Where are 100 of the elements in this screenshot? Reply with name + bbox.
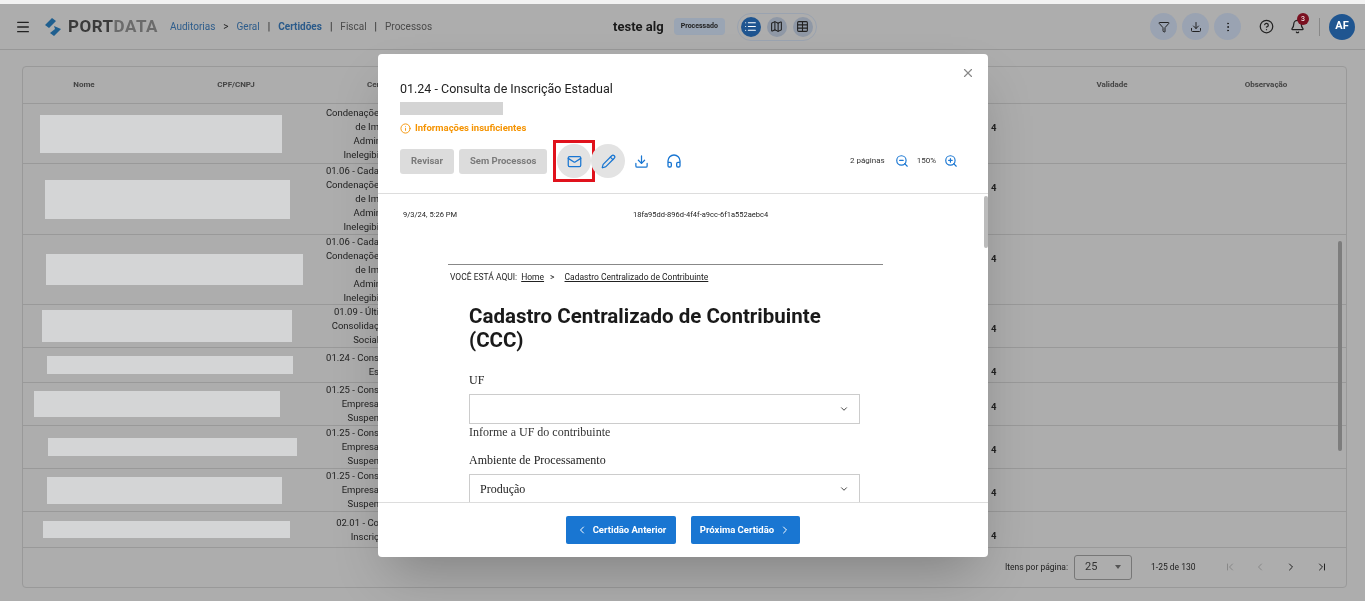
table-cell: Inscriç xyxy=(350,529,379,544)
map-icon xyxy=(770,20,784,33)
breadcrumb-separator: | xyxy=(267,20,271,34)
dialog-title: 01.24 - Consulta de Inscrição Estadual xyxy=(400,80,614,98)
table-cell: Inelegibi xyxy=(343,220,379,234)
table-cell: Social xyxy=(353,333,379,347)
items-per-page-label: Itens por página: xyxy=(1005,560,1068,574)
select-field[interactable] xyxy=(469,394,860,424)
close-icon[interactable] xyxy=(961,66,975,80)
view-mode-button[interactable] xyxy=(792,16,813,37)
table-cell: Admir xyxy=(353,133,379,148)
breadcrumb-link[interactable]: Geral xyxy=(236,19,260,34)
table-cell: Empresa xyxy=(341,397,379,411)
table-cell: Es xyxy=(368,365,379,379)
zoom-level: 150% xyxy=(916,155,936,167)
zoom-out-icon[interactable] xyxy=(894,154,909,168)
field-label: UF xyxy=(469,372,486,388)
help-icon[interactable] xyxy=(1259,19,1274,34)
table-cell-text: 4 xyxy=(991,121,998,135)
table-cell-text: 4 xyxy=(991,443,998,457)
field-label: Ambiente de Processamento xyxy=(469,452,607,468)
breadcrumb-link[interactable]: Certidões xyxy=(278,19,322,34)
field-help: Informe a UF do contribuinte xyxy=(469,424,612,440)
document-heading: Cadastro Centralizado de Contribuinte (CCC) xyxy=(469,304,822,352)
scrollbar-thumb[interactable] xyxy=(1338,241,1342,451)
breadcrumb-separator: | xyxy=(329,20,333,34)
download-button[interactable] xyxy=(1182,13,1209,40)
table-cell: Empresa xyxy=(341,483,379,497)
page-count: 2 páginas xyxy=(849,155,885,167)
table-cell: Consolidaç xyxy=(331,319,379,333)
table-cell: Suspen xyxy=(347,411,379,425)
table-cell: 01.09 - Últi xyxy=(333,305,379,319)
table-cell: 01.25 - Cons xyxy=(326,469,379,483)
table-cell: de Im xyxy=(355,192,379,206)
next-certificate-button[interactable]: Próxima Certidão xyxy=(691,516,800,544)
view-mode-button[interactable] xyxy=(740,16,761,37)
pencil-icon xyxy=(600,153,616,169)
table-cell: 01.06 - Cada xyxy=(325,234,379,249)
chevron-down-icon xyxy=(839,404,849,414)
breadcrumb-link[interactable]: Processos xyxy=(385,19,433,34)
table-cell-text: 4 xyxy=(991,486,998,500)
table-icon xyxy=(796,20,810,33)
table-cell: Empresa xyxy=(341,440,379,454)
pencil-button[interactable] xyxy=(591,144,626,178)
breadcrumb-separator: > xyxy=(550,271,555,284)
view-mode-button[interactable] xyxy=(766,16,787,37)
list-icon xyxy=(744,20,758,33)
table-cell: Admir xyxy=(353,276,379,291)
table-cell: Suspen xyxy=(347,497,379,511)
logo-text: PORTDATA xyxy=(68,14,158,38)
page-range: 1-25 de 130 xyxy=(1151,560,1196,574)
breadcrumb-link[interactable]: Auditorias xyxy=(169,19,216,34)
filter-button[interactable] xyxy=(1150,13,1177,40)
table-cell: Suspen xyxy=(347,454,379,468)
table-cell: 01.25 - Cons xyxy=(326,383,379,397)
table-cell-text: 4 xyxy=(991,365,998,379)
table-cell: 01.06 - Cada xyxy=(325,164,379,178)
table-cell-text: 4 xyxy=(991,400,998,414)
table-cell: Condenaçõe xyxy=(325,105,379,120)
warning-text: Informações insuficientes xyxy=(415,121,527,135)
table-cell: Condenaçõe xyxy=(325,248,379,263)
chevron-down-icon xyxy=(839,484,849,494)
table-cell: 01.24 - Cons xyxy=(326,351,379,365)
column-header: Nome xyxy=(72,79,96,91)
table-cell: Inelegibi xyxy=(343,147,379,162)
table-cell-text: 4 xyxy=(991,181,998,195)
breadcrumb-link[interactable]: Fiscal xyxy=(340,19,367,34)
table-cell: Admir xyxy=(353,206,379,220)
page-title: teste alg xyxy=(613,17,664,36)
user-avatar[interactable]: AF xyxy=(1329,13,1355,40)
bell-icon[interactable] xyxy=(1290,19,1305,34)
table-cell-text: 4 xyxy=(991,529,998,543)
page-size-select[interactable]: 25 xyxy=(1074,554,1132,580)
column-header: Observação xyxy=(1243,79,1289,91)
column-header: Validade xyxy=(1095,79,1129,91)
zoom-in-icon[interactable] xyxy=(944,154,958,168)
headset-icon xyxy=(666,153,683,169)
column-header: Cer xyxy=(366,79,379,91)
breadcrumb-separator: > xyxy=(223,20,229,34)
breadcrumb-link[interactable]: Home xyxy=(521,270,545,284)
table-cell: Condenaçõe xyxy=(325,178,379,192)
column-header: CPF/CNPJ xyxy=(216,79,256,91)
select-field[interactable]: Produção xyxy=(469,474,860,502)
info-icon xyxy=(400,122,411,134)
mail-icon xyxy=(566,153,582,169)
previous-certificate-button[interactable]: Certidão Anterior xyxy=(566,516,676,544)
table-cell: de Im xyxy=(355,119,379,134)
table-cell-text: 4 xyxy=(991,252,998,266)
breadcrumb-separator: | xyxy=(374,20,378,34)
table-cell: de Im xyxy=(355,262,379,277)
logo-icon xyxy=(43,16,63,37)
breadcrumb-label: VOCÊ ESTÁ AQUI: xyxy=(450,270,518,284)
table-cell-text: 4 xyxy=(991,322,998,336)
table-cell: 02.01 - Co xyxy=(336,515,379,530)
filter-icon xyxy=(1157,20,1170,33)
table-cell: Inelegibi xyxy=(343,290,379,305)
table-cell: 01.25 - Cons xyxy=(326,426,379,440)
download-icon xyxy=(1189,20,1202,33)
viewer-scrollbar[interactable] xyxy=(984,196,988,248)
breadcrumb-link[interactable]: Cadastro Centralizado de Contribuinte xyxy=(564,270,709,284)
